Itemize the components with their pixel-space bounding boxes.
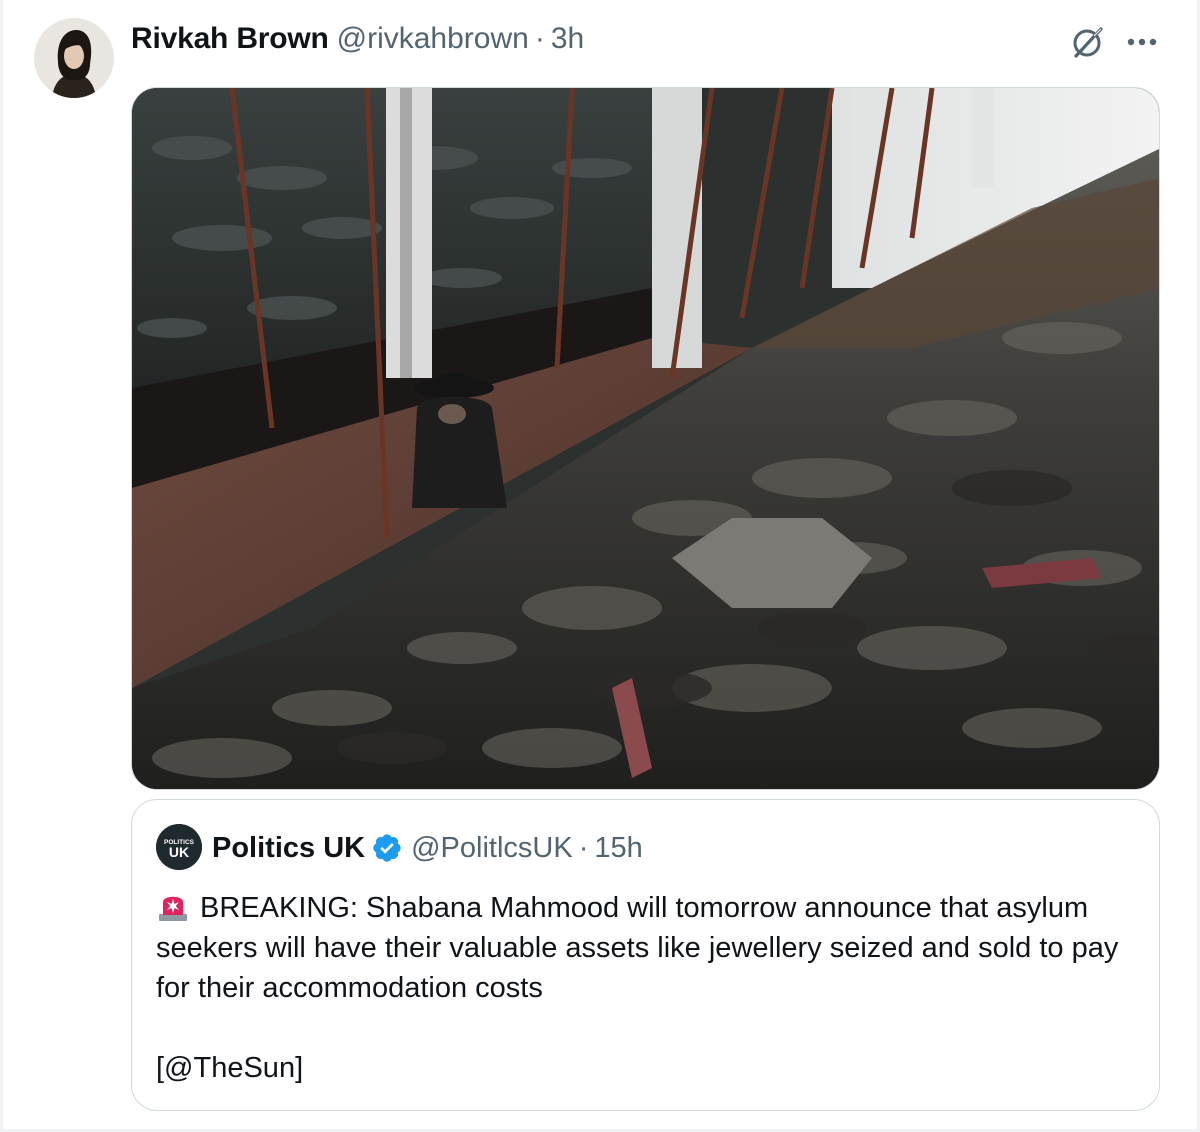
frame-border-left	[0, 0, 3, 1132]
quoted-tweet-header: Politics UK @PolitlcsUK · 15h	[212, 828, 643, 868]
quoted-tweet[interactable]: POLITICS UK Politics UK @PolitlcsUK · 15…	[131, 799, 1160, 1111]
tweet-header: Rivkah Brown @rivkahbrown · 3h	[131, 18, 584, 60]
header-separator: ·	[534, 22, 545, 55]
author-avatar[interactable]	[34, 18, 114, 98]
more-options-icon[interactable]	[1124, 24, 1160, 60]
quoted-tweet-body: BREAKING: Shabana Mahmood will tomorrow …	[156, 892, 1127, 1004]
verified-badge-icon	[373, 834, 401, 862]
siren-emoji-icon	[156, 890, 190, 922]
avatar-text-bottom: UK	[169, 844, 189, 860]
quoted-author-name[interactable]: Politics UK	[212, 832, 365, 865]
tweet-photo[interactable]	[131, 87, 1160, 790]
quoted-tweet-source[interactable]: [@TheSun]	[156, 1052, 303, 1084]
quoted-header-separator: ·	[578, 831, 589, 864]
quoted-tweet-text: BREAKING: Shabana Mahmood will tomorrow …	[156, 888, 1146, 1088]
author-name[interactable]: Rivkah Brown	[131, 22, 329, 56]
quoted-tweet-timestamp[interactable]: 15h	[594, 832, 642, 865]
author-handle[interactable]: @rivkahbrown	[337, 22, 529, 56]
tweet-timestamp[interactable]: 3h	[551, 22, 584, 56]
quoted-author-avatar[interactable]: POLITICS UK	[156, 824, 202, 870]
grok-icon[interactable]	[1068, 22, 1108, 62]
quoted-author-handle[interactable]: @PolitlcsUK	[411, 832, 573, 865]
